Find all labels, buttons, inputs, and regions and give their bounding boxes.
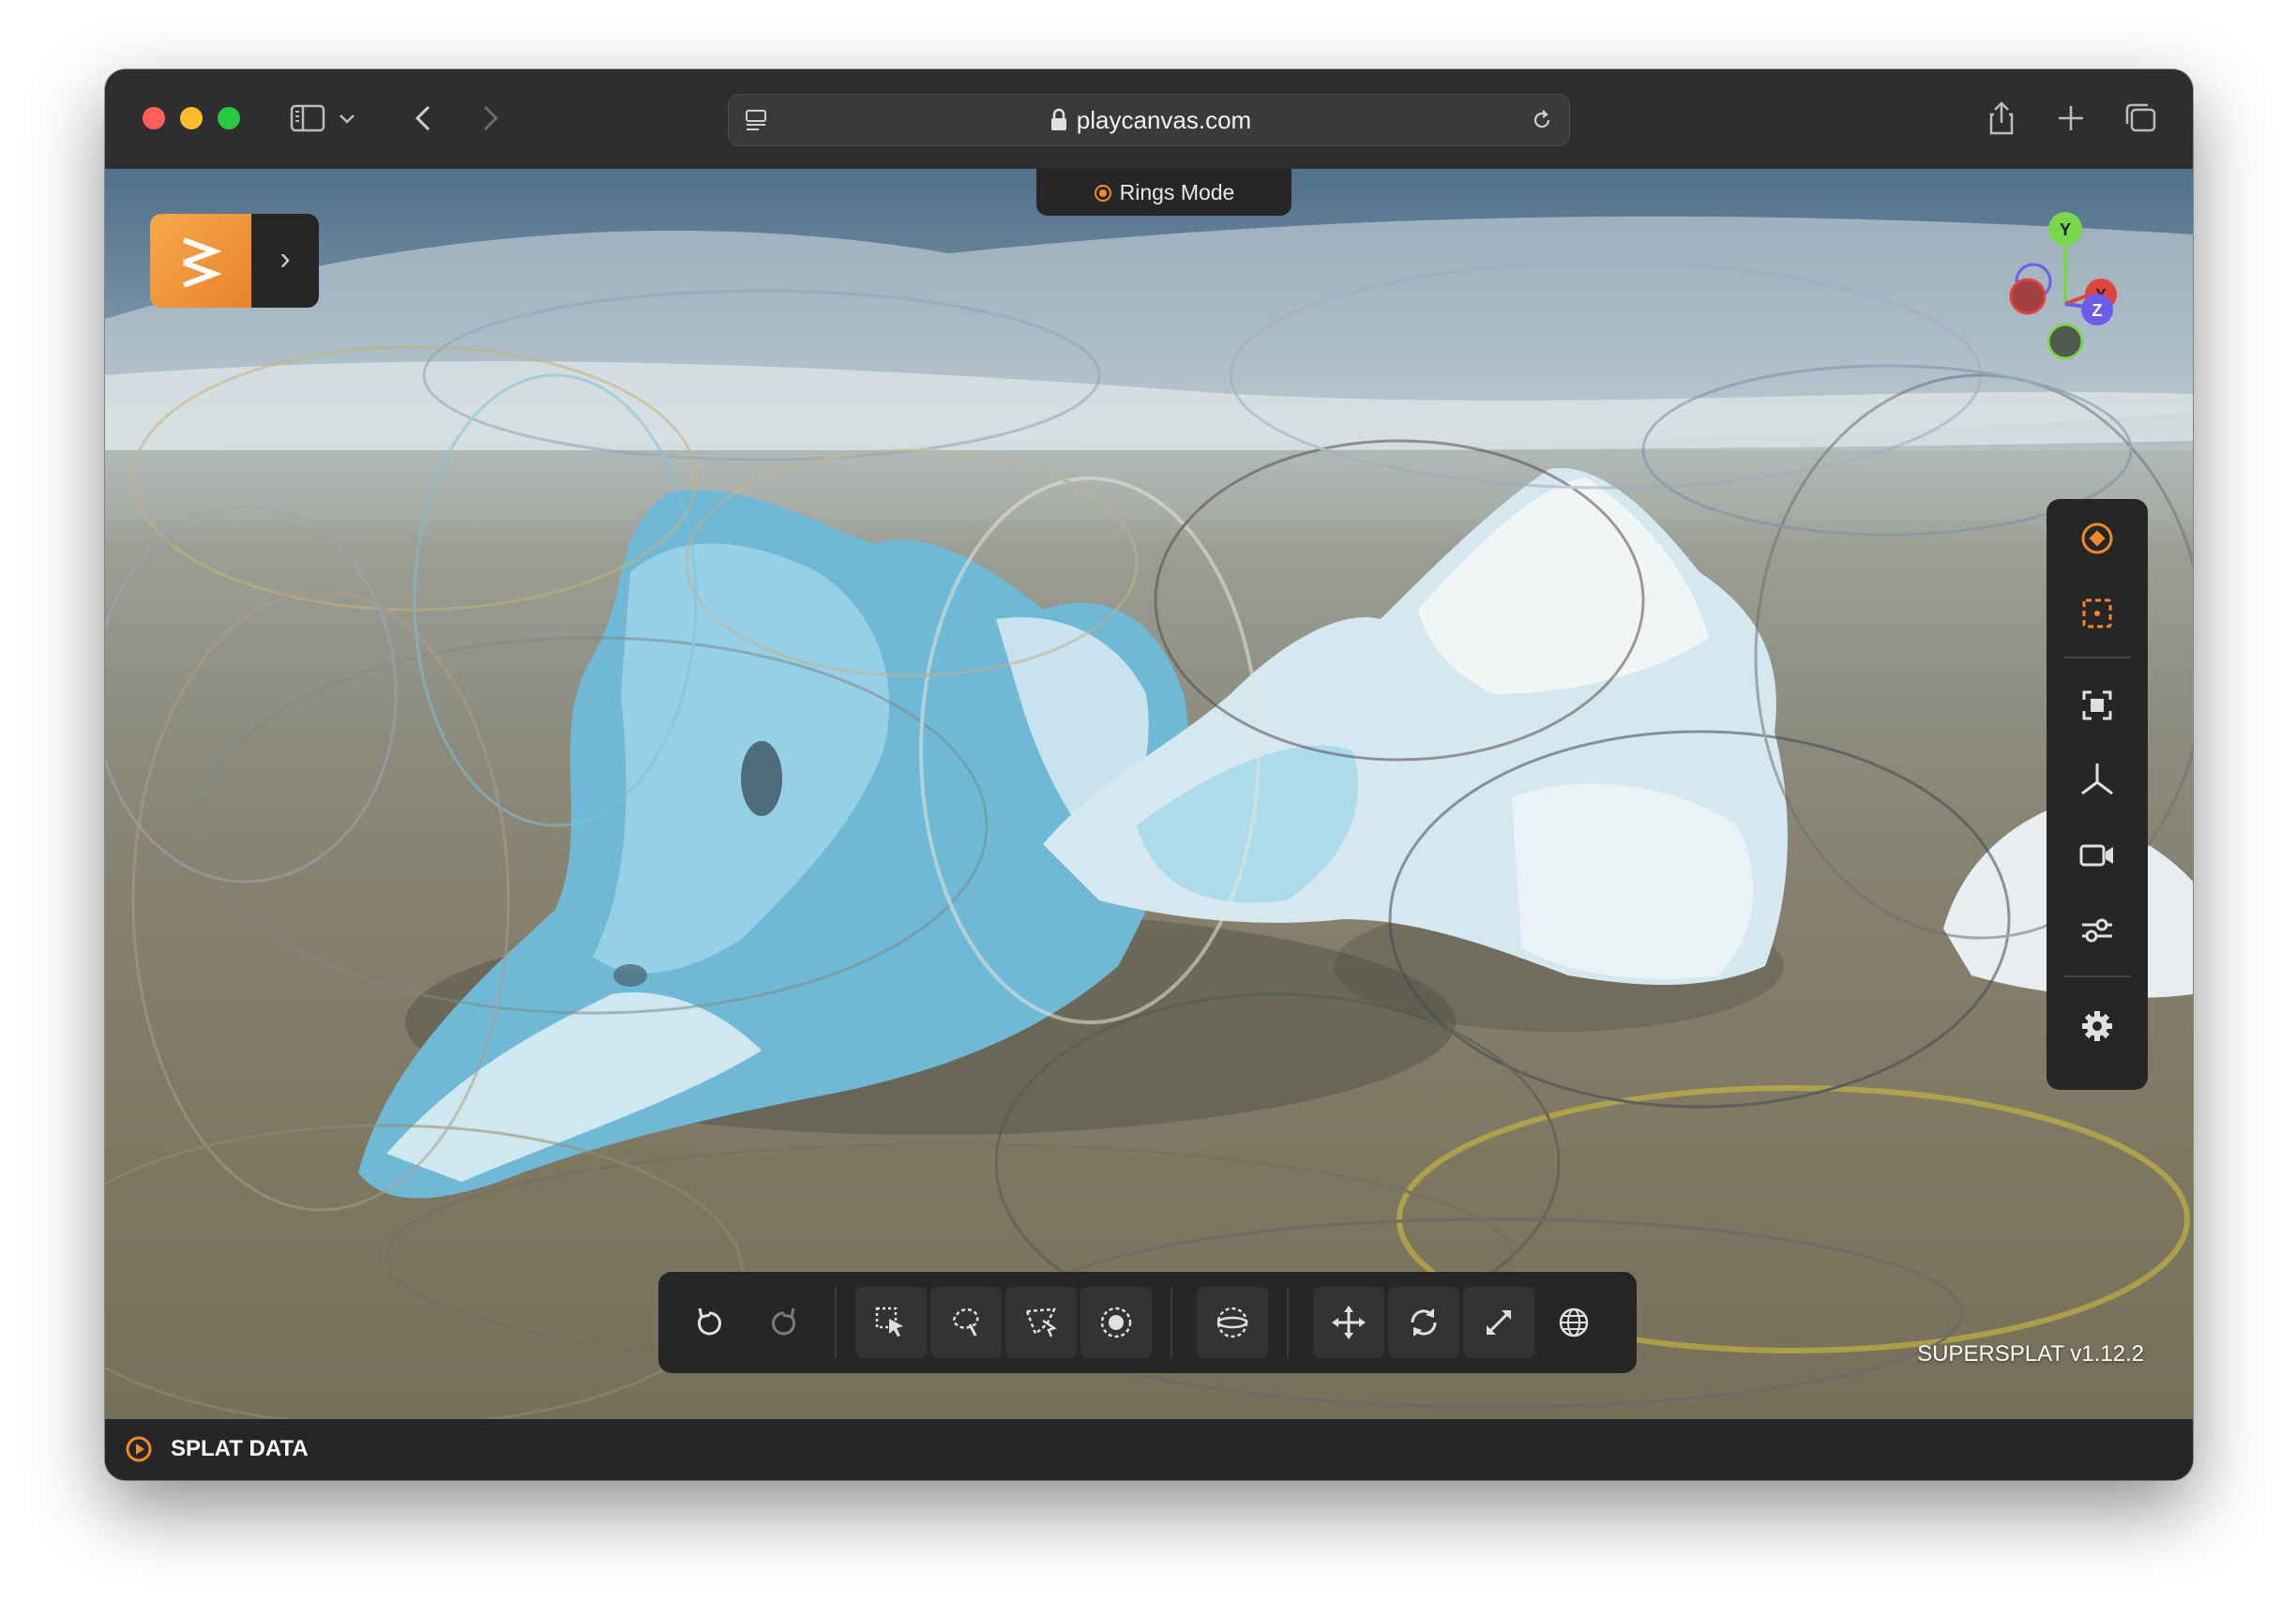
app-menu[interactable]: › — [150, 214, 319, 308]
version-label: SUPERSPLAT v1.12.2 — [1917, 1341, 2144, 1367]
negative-y-handle[interactable] — [2047, 323, 2084, 360]
right-toolbar — [2047, 499, 2148, 1090]
close-window-button[interactable] — [143, 107, 165, 129]
share-icon[interactable] — [1981, 98, 2022, 139]
polygon-select-button[interactable] — [1005, 1287, 1077, 1358]
world-space-icon — [1559, 1307, 1589, 1337]
sidebar-icon[interactable] — [287, 98, 328, 139]
lock-icon — [1050, 108, 1066, 130]
mode-label: Rings Mode — [1119, 180, 1235, 204]
scale-button[interactable] — [1463, 1287, 1534, 1358]
back-icon[interactable] — [403, 98, 445, 139]
zoom-window-button[interactable] — [218, 107, 240, 129]
sphere-select-icon — [1216, 1307, 1248, 1338]
centers-mode-button[interactable] — [2071, 587, 2123, 640]
brush-select-button[interactable] — [1080, 1287, 1152, 1358]
centers-mode-icon — [2082, 598, 2112, 628]
rotate-button[interactable] — [1388, 1287, 1459, 1358]
rotate-icon — [1411, 1308, 1437, 1337]
splat-data-label: SPLAT DATA — [171, 1436, 309, 1461]
browser-window: playcanvas.com Rings Mode › Z Y SUPERSPL… — [105, 69, 2193, 1480]
lasso-select-icon — [953, 1308, 979, 1337]
negative-x-handle[interactable] — [2009, 278, 2047, 315]
rings-mode-button[interactable] — [2071, 512, 2123, 565]
chevron-down-icon[interactable] — [336, 98, 358, 139]
url-text-container: playcanvas.com — [729, 95, 1569, 145]
sliders-icon — [2082, 918, 2112, 943]
reload-icon[interactable] — [1528, 106, 1556, 134]
camera-icon — [2079, 844, 2113, 867]
playcanvas-logo[interactable] — [150, 214, 251, 308]
undo-icon — [698, 1307, 721, 1336]
tab-overview-icon[interactable] — [2120, 98, 2161, 139]
axes-button[interactable] — [2071, 754, 2123, 807]
view-gizmo[interactable]: X Z Y — [1981, 201, 2150, 388]
rect-select-button[interactable] — [855, 1287, 927, 1358]
rings-mode-icon — [1094, 185, 1111, 202]
z-axis-label: Z — [2092, 301, 2103, 320]
splat-scene — [105, 216, 2193, 1419]
rings-mode-icon — [2081, 522, 2113, 554]
forward-icon[interactable] — [469, 98, 510, 139]
rings-mode-indicator: Rings Mode — [1036, 169, 1292, 216]
brush-select-icon — [1100, 1307, 1132, 1338]
address-bar[interactable]: playcanvas.com — [728, 94, 1570, 146]
splat-viewport[interactable]: Rings Mode › X Z Y — [105, 169, 2193, 1419]
rect-select-icon — [875, 1307, 903, 1337]
redo-button[interactable] — [748, 1287, 820, 1358]
minimize-window-button[interactable] — [180, 107, 203, 129]
redo-icon — [772, 1307, 795, 1336]
y-axis-label: Y — [2060, 220, 2071, 239]
frame-selection-icon — [2082, 690, 2112, 720]
view-options-button[interactable] — [2071, 904, 2123, 957]
lasso-select-button[interactable] — [930, 1287, 1002, 1358]
world-space-button[interactable] — [1538, 1287, 1609, 1358]
expand-panel-icon[interactable] — [124, 1434, 154, 1464]
playcanvas-logo-icon — [182, 237, 222, 287]
move-button[interactable] — [1313, 1287, 1384, 1358]
browser-titlebar: playcanvas.com — [105, 69, 2193, 170]
splat-data-panel-header[interactable]: SPLAT DATA — [105, 1419, 2193, 1480]
move-icon — [1332, 1306, 1366, 1339]
bottom-toolbar — [658, 1272, 1637, 1373]
undo-button[interactable] — [673, 1287, 745, 1358]
settings-button[interactable] — [2071, 1000, 2123, 1052]
url-text: playcanvas.com — [1076, 106, 1252, 134]
polygon-select-icon — [1025, 1307, 1057, 1337]
scale-icon — [1487, 1310, 1511, 1335]
sphere-select-button[interactable] — [1197, 1287, 1268, 1358]
frame-selection-button[interactable] — [2071, 679, 2123, 732]
axes-icon — [2081, 763, 2113, 795]
expand-menu-button[interactable]: › — [251, 214, 319, 308]
camera-button[interactable] — [2071, 829, 2123, 882]
new-tab-icon[interactable] — [2050, 98, 2092, 139]
settings-icon — [2082, 1011, 2112, 1041]
